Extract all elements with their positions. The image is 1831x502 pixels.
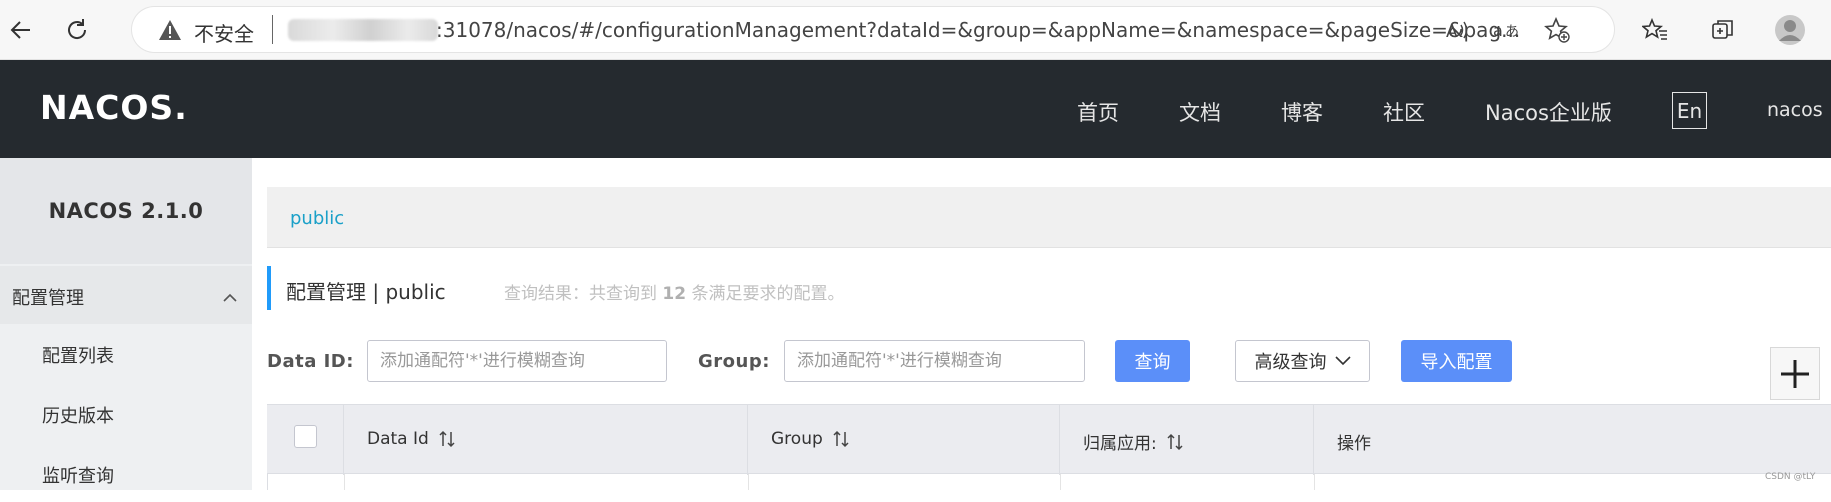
plus-icon	[1781, 359, 1809, 388]
user-name[interactable]: nacos	[1767, 99, 1823, 121]
collections-icon[interactable]	[1706, 13, 1740, 47]
result-count: 12	[662, 284, 687, 304]
column-group[interactable]: Group	[747, 405, 1059, 475]
page-title-row: 配置管理 | public 查询结果：共查询到 12 条满足要求的配置。	[267, 266, 1831, 310]
watermark: CSDN @tLY	[1765, 472, 1816, 482]
page-title: 配置管理 | public	[286, 280, 446, 304]
app-header: NACOS. 首页 文档 博客 社区 Nacos企业版 En nacos	[0, 60, 1831, 158]
url-text[interactable]: :31078/nacos/#/configurationManagement?d…	[436, 18, 1576, 42]
advanced-query-label: 高级查询	[1254, 352, 1327, 373]
dataid-label: Data ID:	[267, 351, 354, 372]
version-box: NACOS 2.1.0	[0, 158, 252, 264]
table-cell-divider	[748, 474, 749, 490]
select-all-column	[267, 405, 343, 475]
column-data-id[interactable]: Data Id	[343, 405, 747, 475]
sort-icon[interactable]	[1167, 433, 1183, 451]
nacos-logo[interactable]: NACOS.	[40, 88, 190, 128]
favorites-icon[interactable]	[1638, 13, 1672, 47]
translate-icon[interactable]: aあ	[1492, 15, 1522, 45]
browser-toolbar: 不安全 :31078/nacos/#/configurationManageme…	[0, 0, 1831, 60]
sidebar-item-label: 配置列表	[42, 346, 114, 367]
config-table-header: Data Id Group 归属应用: 操作	[267, 404, 1831, 475]
column-header: Group	[771, 429, 849, 449]
sidebar-item-label: 历史版本	[42, 406, 114, 427]
sidebar-group-config-management[interactable]: 配置管理	[0, 266, 252, 324]
sort-icon[interactable]	[439, 430, 455, 448]
logo-text: NACOS.	[40, 90, 188, 124]
sidebar-item-history[interactable]: 历史版本	[0, 384, 252, 442]
nav-blog[interactable]: 博客	[1281, 97, 1323, 127]
chevron-down-icon	[1334, 356, 1351, 366]
sidebar-item-listener-query[interactable]: 监听查询	[0, 444, 252, 502]
sidebar-item-config-list[interactable]: 配置列表	[0, 324, 252, 382]
import-config-button[interactable]: 导入配置	[1401, 340, 1512, 382]
sort-icon[interactable]	[833, 430, 849, 448]
svg-text:A: A	[1446, 22, 1458, 41]
profile-avatar-icon[interactable]	[1773, 13, 1807, 47]
query-result-text: 查询结果：共查询到 12 条满足要求的配置。	[504, 279, 844, 304]
group-input[interactable]	[784, 340, 1085, 382]
column-app[interactable]: 归属应用:	[1059, 405, 1313, 475]
namespace-public-link[interactable]: public	[290, 208, 344, 229]
language-toggle-button[interactable]: En	[1672, 92, 1707, 129]
namespace-bar: public	[267, 187, 1831, 248]
address-separator	[272, 15, 273, 44]
nav-enterprise[interactable]: Nacos企业版	[1485, 97, 1612, 127]
table-cell-divider	[1060, 474, 1061, 490]
sidebar-item-label: 监听查询	[42, 466, 114, 487]
read-aloud-icon[interactable]: A	[1442, 15, 1472, 45]
column-header: 操作	[1337, 434, 1371, 454]
query-button[interactable]: 查询	[1115, 340, 1190, 382]
advanced-query-button[interactable]: 高级查询	[1235, 340, 1370, 382]
version-label: NACOS 2.1.0	[48, 199, 204, 223]
table-row	[267, 474, 1831, 490]
nav-community[interactable]: 社区	[1383, 97, 1425, 127]
sidebar-group-label: 配置管理	[12, 288, 84, 309]
column-header: 归属应用:	[1083, 429, 1183, 454]
sidebar: NACOS 2.1.0 配置管理 配置列表 历史版本 监听查询	[0, 158, 252, 490]
refresh-icon[interactable]	[60, 13, 94, 47]
add-config-button[interactable]	[1770, 347, 1820, 400]
svg-text:a: a	[1493, 21, 1503, 40]
dataid-input[interactable]	[367, 340, 667, 382]
security-label[interactable]: 不安全	[194, 18, 254, 47]
chevron-up-icon	[223, 288, 237, 307]
select-all-checkbox[interactable]	[294, 425, 317, 448]
group-label: Group:	[698, 351, 770, 372]
back-icon[interactable]	[4, 13, 38, 47]
title-accent-bar	[267, 266, 271, 310]
redacted-host	[288, 19, 438, 41]
svg-text:あ: あ	[1505, 24, 1519, 40]
nav-home[interactable]: 首页	[1077, 97, 1119, 127]
result-prefix: 查询结果：共查询到	[504, 284, 663, 304]
table-cell-divider	[344, 474, 345, 490]
column-actions: 操作	[1313, 405, 1831, 475]
address-bar[interactable]: 不安全 :31078/nacos/#/configurationManageme…	[132, 7, 1614, 52]
result-suffix: 条满足要求的配置。	[686, 284, 845, 304]
column-header: Data Id	[367, 429, 455, 449]
add-favorite-icon[interactable]	[1542, 15, 1572, 45]
nav-docs[interactable]: 文档	[1179, 97, 1221, 127]
table-cell-divider	[1314, 474, 1315, 490]
warning-icon[interactable]	[158, 19, 182, 45]
